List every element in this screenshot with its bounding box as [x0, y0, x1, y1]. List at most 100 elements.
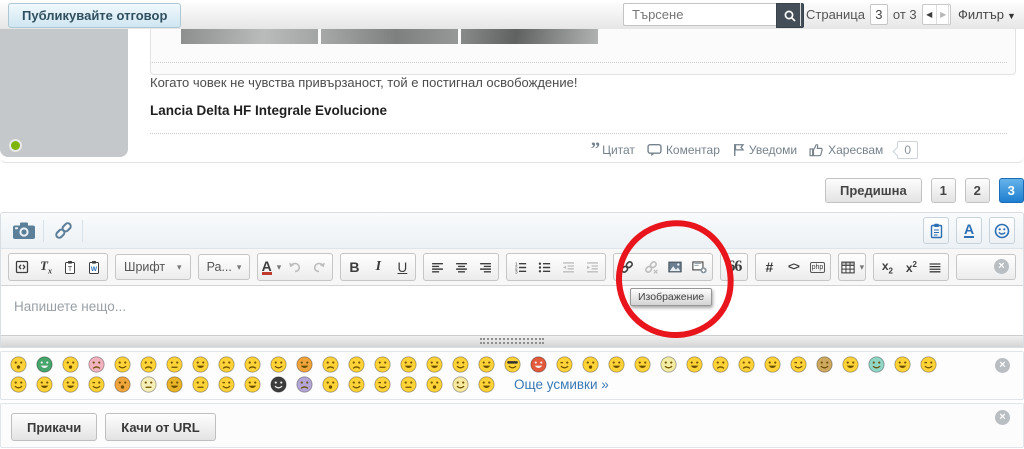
image-thumbnail[interactable] — [461, 29, 598, 44]
close-toolbar-icon[interactable]: × — [994, 259, 1009, 274]
emoticon[interactable] — [660, 356, 677, 373]
like-action[interactable]: Харесвам — [809, 143, 883, 157]
html-code-button[interactable]: <> — [781, 255, 805, 279]
paste-word-button[interactable]: W — [82, 255, 106, 279]
emoticon[interactable] — [686, 356, 703, 373]
more-smilies-link[interactable]: Още усмивки » — [514, 377, 609, 392]
comment-action[interactable]: Коментар — [647, 143, 720, 157]
emoticon[interactable] — [270, 376, 287, 393]
emoticon[interactable] — [478, 356, 495, 373]
table-button[interactable]: ▾ — [840, 255, 864, 279]
bold-button[interactable]: B — [342, 255, 366, 279]
emoticon[interactable] — [36, 356, 53, 373]
image-thumbnail[interactable] — [321, 29, 458, 44]
remove-format-button[interactable]: Tx — [34, 255, 58, 279]
quote-button[interactable]: 66 — [722, 255, 746, 279]
notify-action[interactable]: Уведоми — [732, 143, 797, 157]
italic-button[interactable]: I — [366, 255, 390, 279]
emoticon[interactable] — [920, 356, 937, 373]
prev-page-arrow-icon[interactable]: ◀ — [923, 5, 936, 24]
previous-page-button[interactable]: Предишна — [825, 178, 922, 203]
close-attachments-icon[interactable]: × — [995, 410, 1010, 425]
emoticon[interactable] — [452, 376, 469, 393]
horizontal-rule-button[interactable] — [923, 255, 947, 279]
underline-button[interactable]: U — [390, 255, 414, 279]
emoticon[interactable] — [374, 356, 391, 373]
emoticon[interactable] — [790, 356, 807, 373]
emoticon[interactable] — [322, 356, 339, 373]
source-button[interactable] — [10, 255, 34, 279]
emoticon[interactable] — [426, 356, 443, 373]
link-button[interactable] — [48, 217, 78, 245]
emoticon[interactable] — [374, 376, 391, 393]
emoticon[interactable] — [244, 356, 261, 373]
emoticon[interactable] — [764, 356, 781, 373]
superscript-button[interactable]: x2 — [899, 255, 923, 279]
upload-from-url-button[interactable]: Качи от URL — [105, 413, 216, 441]
photo-button[interactable] — [9, 217, 39, 245]
emoticon[interactable] — [270, 356, 287, 373]
emoticon[interactable] — [62, 376, 79, 393]
emoticon[interactable] — [738, 356, 755, 373]
emoticon[interactable] — [556, 356, 573, 373]
quote-action[interactable]: ” Цитат — [591, 140, 635, 159]
image-button[interactable] — [663, 255, 687, 279]
emoticon[interactable] — [816, 356, 833, 373]
emoticon[interactable] — [166, 376, 183, 393]
emoticon[interactable] — [88, 376, 105, 393]
size-select[interactable]: Ра... ▾ — [197, 254, 251, 280]
emoticon[interactable] — [348, 376, 365, 393]
emoticon[interactable] — [504, 356, 521, 373]
paste-mode-button[interactable] — [923, 217, 949, 244]
subscript-button[interactable]: x2 — [875, 255, 899, 279]
emoticon[interactable] — [218, 376, 235, 393]
emoticon[interactable] — [192, 376, 209, 393]
media-button[interactable] — [687, 255, 711, 279]
emoticon[interactable] — [582, 356, 599, 373]
emoticon[interactable] — [400, 376, 417, 393]
filter-dropdown[interactable]: Филтър ▼ — [958, 7, 1016, 22]
emoticon[interactable] — [244, 376, 261, 393]
paste-plain-button[interactable]: T — [58, 255, 82, 279]
emoticon[interactable] — [842, 356, 859, 373]
emoticon[interactable] — [296, 356, 313, 373]
emoticon[interactable] — [218, 356, 235, 373]
search-input[interactable] — [623, 3, 776, 26]
emoticon[interactable] — [114, 356, 131, 373]
emoticon[interactable] — [322, 376, 339, 393]
emoticon[interactable] — [608, 356, 625, 373]
font-select[interactable]: Шрифт ▾ — [115, 254, 191, 280]
emoticon[interactable] — [192, 356, 209, 373]
emoticon[interactable] — [348, 356, 365, 373]
emoticon[interactable] — [894, 356, 911, 373]
emoticon[interactable] — [452, 356, 469, 373]
page-number-input[interactable] — [869, 4, 888, 25]
page-button-2[interactable]: 2 — [964, 178, 990, 203]
emoticon[interactable] — [140, 376, 157, 393]
emoticon[interactable] — [634, 356, 651, 373]
emoticon[interactable] — [10, 376, 27, 393]
emoticon[interactable] — [140, 356, 157, 373]
emoticon[interactable] — [88, 356, 105, 373]
page-button-3[interactable]: 3 — [998, 178, 1024, 203]
emoticon[interactable] — [868, 356, 885, 373]
emoticon[interactable] — [114, 376, 131, 393]
page-button-1[interactable]: 1 — [930, 178, 956, 203]
editor-resize-handle[interactable] — [1, 335, 1023, 347]
image-thumbnail[interactable] — [181, 29, 318, 44]
hash-code-button[interactable]: # — [757, 255, 781, 279]
align-left-button[interactable] — [425, 255, 449, 279]
emoticon[interactable] — [10, 356, 27, 373]
text-color-button[interactable]: A ▾ — [259, 255, 283, 279]
emoticons-button[interactable] — [989, 217, 1015, 244]
emoticon[interactable] — [166, 356, 183, 373]
ordered-list-button[interactable]: 123 — [508, 255, 532, 279]
align-center-button[interactable] — [449, 255, 473, 279]
emoticon[interactable] — [712, 356, 729, 373]
insert-link-button[interactable] — [615, 255, 639, 279]
emoticon[interactable] — [400, 356, 417, 373]
emoticon[interactable] — [36, 376, 53, 393]
bbcode-button[interactable]: A — [956, 217, 982, 244]
attach-button[interactable]: Прикачи — [11, 413, 98, 441]
emoticon[interactable] — [530, 356, 547, 373]
